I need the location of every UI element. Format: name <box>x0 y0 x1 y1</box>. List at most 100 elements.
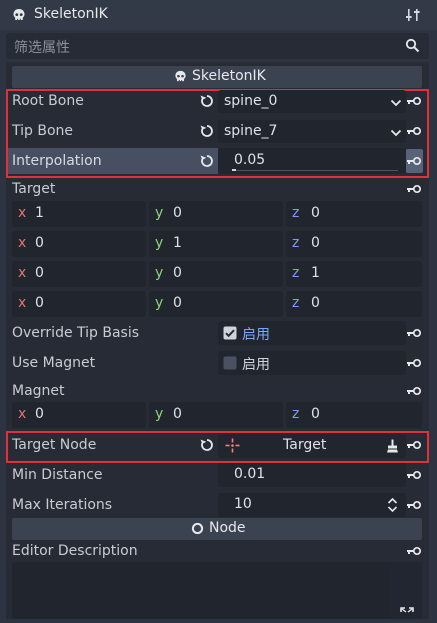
key-icon[interactable] <box>406 545 422 561</box>
slider-fill <box>232 169 236 171</box>
axis-z-label: z <box>292 205 300 221</box>
node3d-icon <box>225 438 240 457</box>
target-row: x 0 y 0 z 1 <box>12 260 422 287</box>
axis-x-label: x <box>18 235 27 251</box>
target-x-field[interactable]: x 0 <box>12 261 146 287</box>
min-distance-label: Min Distance <box>12 467 103 483</box>
target-row: x 1 y 0 z 0 <box>12 200 422 227</box>
target-y-field[interactable]: y 0 <box>149 291 283 317</box>
target-row: x 0 y 0 z 0 <box>12 290 422 317</box>
magnet-x-field[interactable]: x 0 <box>12 402 146 428</box>
override-tip-basis-checkbox[interactable]: 启用 <box>218 321 406 345</box>
revert-icon[interactable] <box>199 437 215 457</box>
magnet-z-field[interactable]: z 0 <box>286 402 422 428</box>
override-tip-basis-label: Override Tip Basis <box>12 325 140 341</box>
editor-description-label: Editor Description <box>12 543 138 559</box>
use-magnet-checkbox-label: 启用 <box>242 357 270 373</box>
axis-y-label: y <box>155 205 164 221</box>
target-x-value: 0 <box>35 235 44 251</box>
target-z-field[interactable]: z 0 <box>286 201 422 227</box>
section-header-node[interactable]: Node <box>12 518 422 540</box>
interpolation-slider[interactable]: 0.05 <box>218 148 406 174</box>
inspector-header: SkeletonIK <box>0 0 437 30</box>
target-y-value: 0 <box>173 265 182 281</box>
tip-bone-label: Tip Bone <box>12 123 74 139</box>
chevron-down-icon <box>390 96 402 112</box>
min-distance-field[interactable]: 0.01 <box>218 463 406 487</box>
target-z-field[interactable]: z 0 <box>286 231 422 257</box>
target-x-value: 0 <box>35 295 44 311</box>
target-x-value: 0 <box>35 265 44 281</box>
key-icon[interactable] <box>406 385 422 401</box>
revert-icon[interactable] <box>199 123 215 143</box>
revert-icon[interactable] <box>199 153 215 173</box>
key-icon[interactable] <box>406 95 422 111</box>
section-header-skeletonik[interactable]: SkeletonIK <box>12 66 422 88</box>
key-icon[interactable] <box>406 125 422 141</box>
axis-y-label: y <box>155 265 164 281</box>
filter-properties-input[interactable]: 筛选属性 <box>6 33 429 59</box>
expand-icon[interactable] <box>400 607 414 623</box>
editor-description-textarea[interactable] <box>12 562 422 619</box>
chevron-down-icon <box>390 126 402 142</box>
tip-bone-dropdown[interactable]: spine_7 <box>218 120 406 143</box>
root-bone-value: spine_0 <box>224 93 278 109</box>
target-y-field[interactable]: y 1 <box>149 231 283 257</box>
target-node-label: Target Node <box>12 437 97 453</box>
axis-y-label: y <box>155 295 164 311</box>
root-bone-label: Root Bone <box>12 93 84 109</box>
skull-icon <box>12 8 26 26</box>
key-icon[interactable] <box>406 183 422 199</box>
key-icon[interactable] <box>406 327 422 343</box>
node-circle-icon <box>191 522 204 539</box>
target-y-value: 1 <box>173 235 182 251</box>
magnet-y-value: 0 <box>173 406 182 422</box>
target-y-value: 0 <box>173 205 182 221</box>
axis-x-label: x <box>18 295 27 311</box>
tip-bone-value: spine_7 <box>224 123 278 139</box>
node-title: SkeletonIK <box>34 6 108 22</box>
filter-placeholder: 筛选属性 <box>14 40 70 56</box>
object-properties-icon[interactable] <box>405 7 421 27</box>
target-node-picker[interactable]: Target <box>218 434 406 458</box>
magnet-x-value: 0 <box>35 406 44 422</box>
target-y-value: 0 <box>173 295 182 311</box>
max-iterations-spinbox[interactable]: 10 <box>218 493 406 517</box>
key-icon[interactable] <box>406 439 422 455</box>
target-y-field[interactable]: y 0 <box>149 201 283 227</box>
root-bone-dropdown[interactable]: spine_0 <box>218 90 406 113</box>
axis-z-label: z <box>292 235 300 251</box>
key-icon <box>406 155 422 171</box>
axis-z-label: z <box>292 406 300 422</box>
key-icon[interactable] <box>406 469 422 485</box>
axis-z-label: z <box>292 295 300 311</box>
target-x-field[interactable]: x 0 <box>12 291 146 317</box>
target-z-field[interactable]: z 1 <box>286 261 422 287</box>
target-x-field[interactable]: x 0 <box>12 231 146 257</box>
target-z-field[interactable]: z 0 <box>286 291 422 317</box>
target-x-value: 1 <box>35 205 44 221</box>
target-y-field[interactable]: y 0 <box>149 261 283 287</box>
checkbox-unchecked-icon <box>223 356 237 374</box>
magnet-label: Magnet <box>12 383 65 399</box>
clear-brush-icon[interactable] <box>386 439 399 457</box>
slider-track <box>232 170 398 171</box>
revert-icon[interactable] <box>199 93 215 113</box>
section-title: SkeletonIK <box>192 68 266 84</box>
use-magnet-checkbox[interactable]: 启用 <box>218 351 406 375</box>
interpolation-value: 0.05 <box>234 152 266 168</box>
key-icon[interactable] <box>406 499 422 515</box>
key-button[interactable] <box>406 149 423 173</box>
axis-y-label: y <box>155 235 164 251</box>
max-iterations-value: 10 <box>234 496 252 512</box>
magnet-y-field[interactable]: y 0 <box>149 402 283 428</box>
target-z-value: 1 <box>311 265 320 281</box>
section-title: Node <box>209 520 246 536</box>
axis-z-label: z <box>292 265 300 281</box>
target-x-field[interactable]: x 1 <box>12 201 146 227</box>
key-icon[interactable] <box>406 357 422 373</box>
magnet-row: x 0 y 0 z 0 <box>12 402 422 428</box>
magnet-z-value: 0 <box>311 406 320 422</box>
checkbox-checked-icon <box>223 326 237 344</box>
updown-arrows-icon[interactable] <box>387 497 398 517</box>
